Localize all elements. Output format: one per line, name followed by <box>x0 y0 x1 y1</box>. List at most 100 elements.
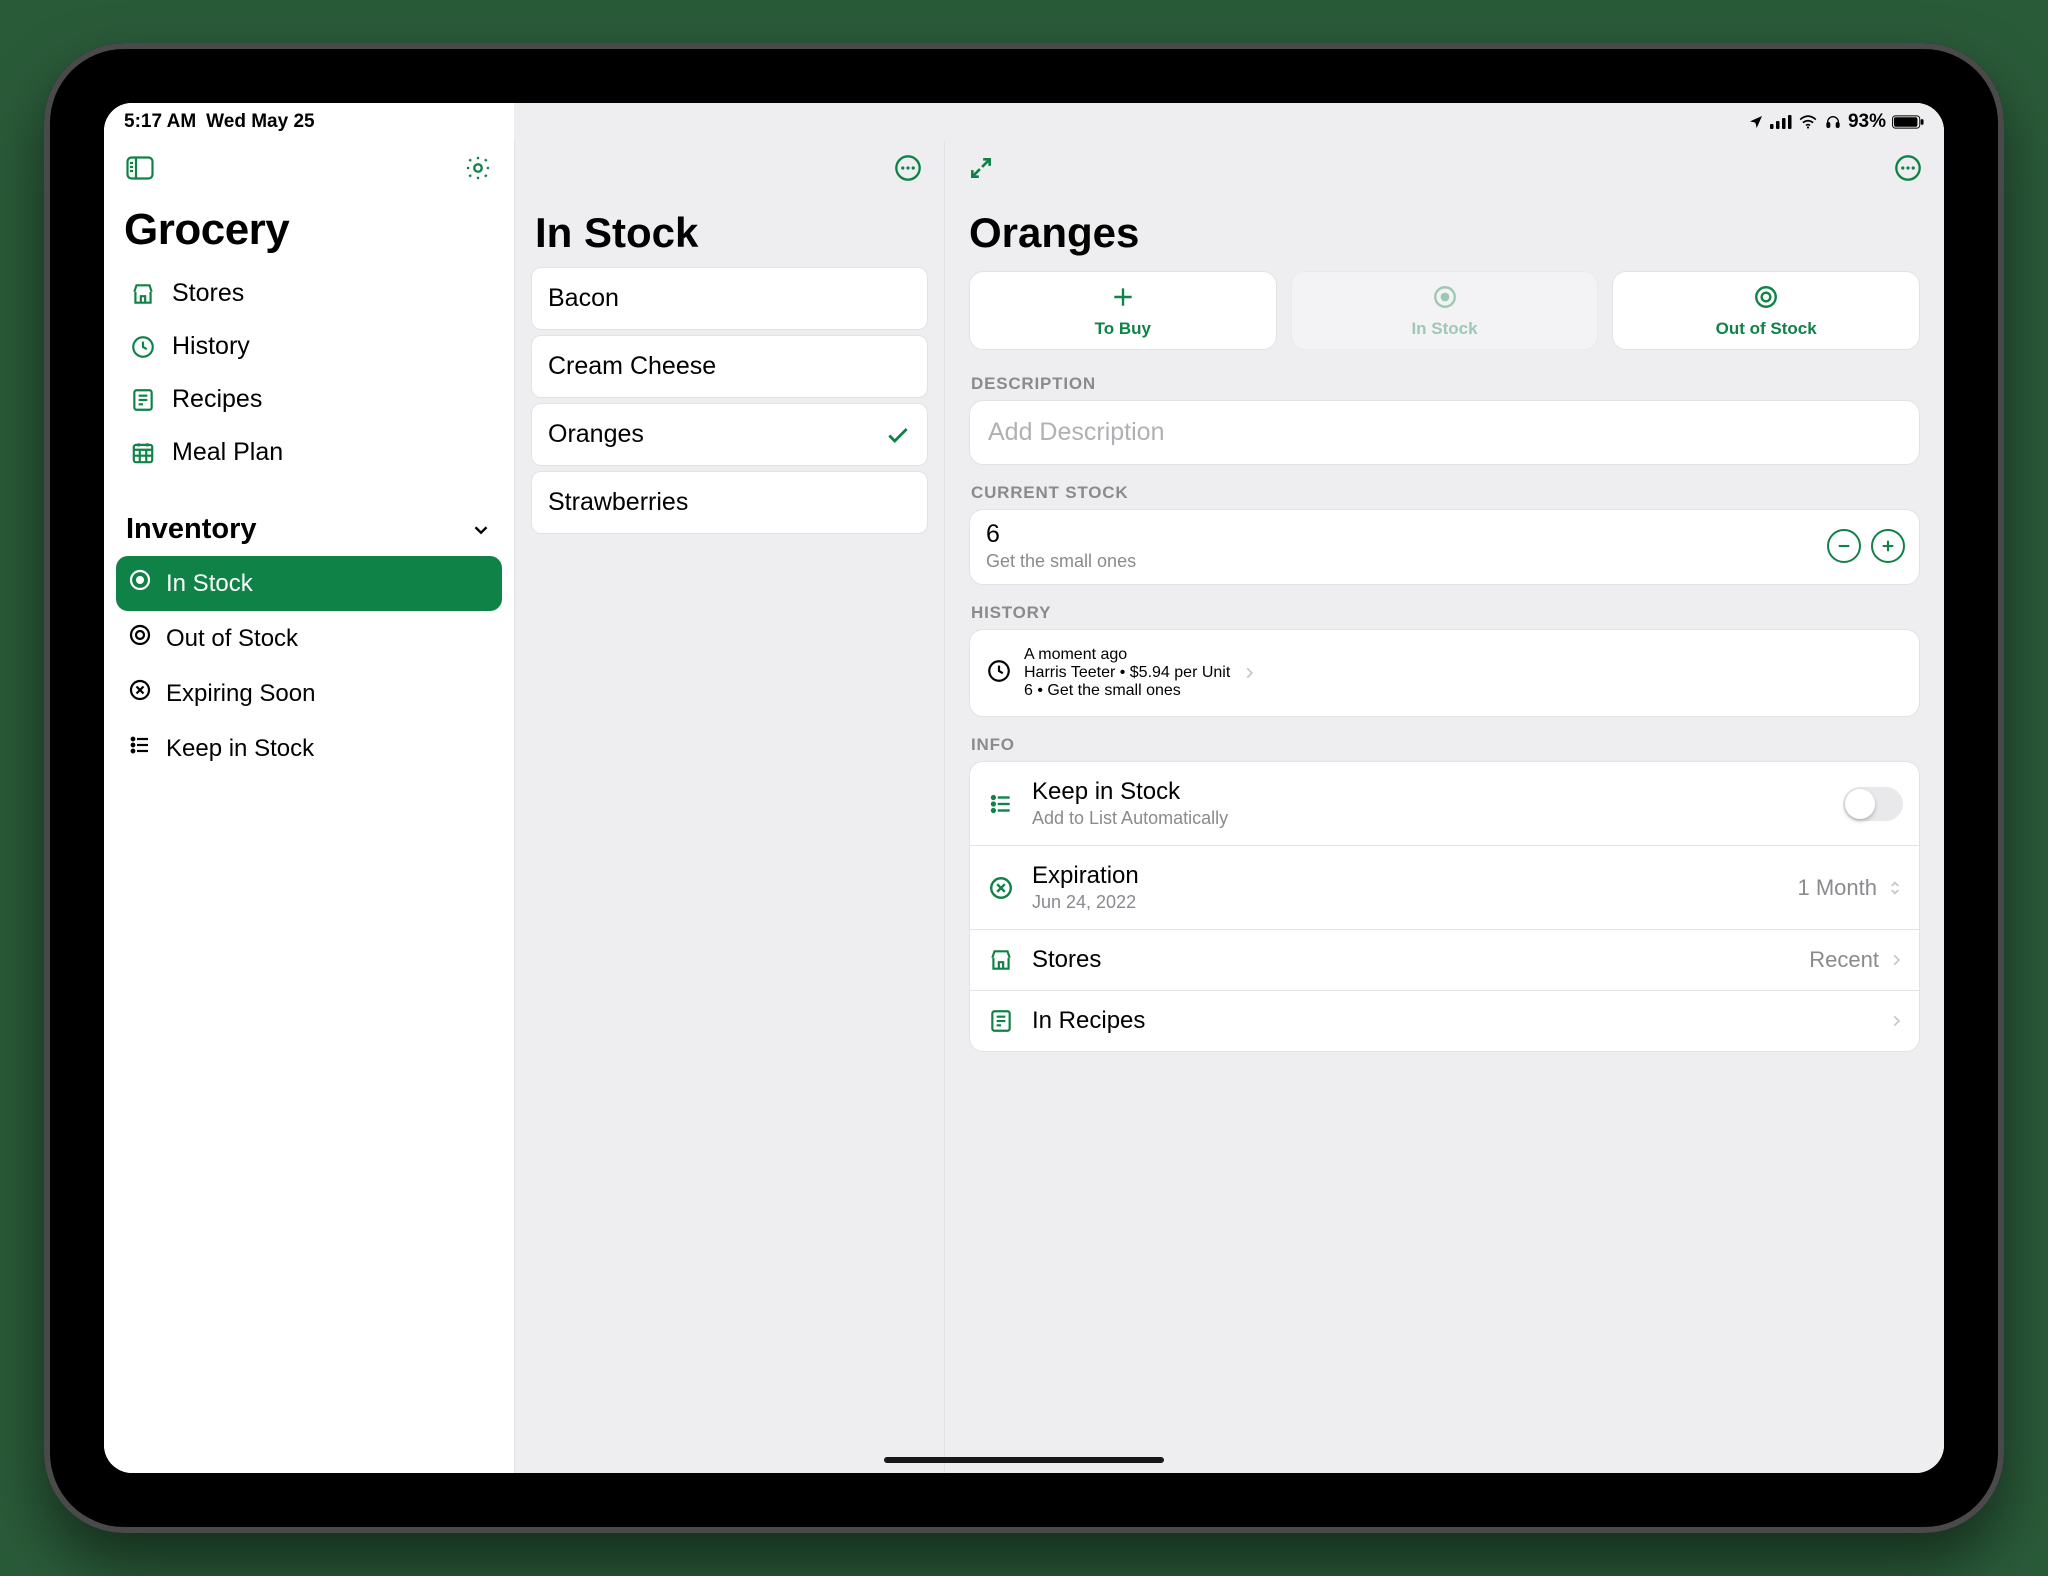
status-right: 93% <box>1748 111 1924 133</box>
chevron-right-icon <box>1889 1010 1903 1032</box>
sidebar-item-label: Stores <box>172 279 244 308</box>
stepper-icon <box>1887 876 1903 900</box>
inventory-item-in-stock[interactable]: In Stock <box>116 556 502 611</box>
calendar-icon <box>128 440 158 466</box>
increment-button[interactable] <box>1871 529 1905 563</box>
description-input[interactable] <box>986 417 1903 448</box>
app-title: Grocery <box>104 195 514 263</box>
section-label-current-stock: Current Stock <box>971 483 1918 503</box>
current-stock-value: 6 <box>986 520 1817 549</box>
stock-item-label: Oranges <box>548 420 644 449</box>
expiring-icon <box>986 875 1016 901</box>
segment-in-stock: In Stock <box>1291 271 1599 350</box>
recipe-icon <box>986 1008 1016 1034</box>
history-time: A moment ago <box>1024 646 1230 664</box>
sidebar-toggle-icon[interactable] <box>122 150 158 186</box>
in-stock-icon <box>128 568 152 599</box>
info-keep-in-stock-row[interactable]: Keep in Stock Add to List Automatically <box>970 762 1919 845</box>
inventory-item-label: Expiring Soon <box>166 680 315 708</box>
keep-in-stock-icon <box>128 733 152 764</box>
inventory-item-label: In Stock <box>166 570 253 598</box>
sidebar: Grocery Stores History <box>104 141 514 1473</box>
info-keep-title: Keep in Stock <box>1032 778 1827 806</box>
expiring-icon <box>128 678 152 709</box>
sidebar-item-recipes[interactable]: Recipes <box>116 373 502 426</box>
current-stock-note: Get the small ones <box>986 551 1817 572</box>
expand-icon[interactable] <box>963 150 999 186</box>
wifi-icon <box>1798 115 1818 129</box>
inventory-item-label: Out of Stock <box>166 625 298 653</box>
clock-icon <box>128 334 158 360</box>
info-stores-row[interactable]: Stores Recent <box>970 929 1919 990</box>
history-line2: 6 • Get the small ones <box>1024 682 1230 700</box>
info-expiration-row[interactable]: Expiration Jun 24, 2022 1 Month <box>970 845 1919 929</box>
out-of-stock-icon <box>1753 284 1779 315</box>
detail-column: Oranges To Buy I <box>944 141 1944 1473</box>
inventory-header[interactable]: Inventory <box>104 483 514 556</box>
current-stock-row: 6 Get the small ones <box>969 509 1920 585</box>
segment-out-of-stock[interactable]: Out of Stock <box>1612 271 1920 350</box>
info-expiration-title: Expiration <box>1032 862 1782 890</box>
inventory-item-keep-in-stock[interactable]: Keep in Stock <box>116 721 502 776</box>
info-keep-sub: Add to List Automatically <box>1032 808 1827 829</box>
list-icon <box>986 791 1016 817</box>
stock-item-label: Cream Cheese <box>548 352 716 381</box>
segment-to-buy[interactable]: To Buy <box>969 271 1277 350</box>
sidebar-item-meal-plan[interactable]: Meal Plan <box>116 426 502 479</box>
battery-icon <box>1892 115 1924 129</box>
more-icon[interactable] <box>890 150 926 186</box>
status-time: 5:17 AM <box>124 111 196 133</box>
recipe-icon <box>128 387 158 413</box>
info-expiration-value: 1 Month <box>1798 875 1878 901</box>
checkmark-icon <box>885 422 911 448</box>
sidebar-item-label: Recipes <box>172 385 262 414</box>
segment-label: To Buy <box>1095 319 1151 339</box>
segment-label: In Stock <box>1411 319 1477 339</box>
section-label-history: History <box>971 603 1918 623</box>
more-icon[interactable] <box>1890 150 1926 186</box>
middle-column: In Stock Bacon Cream Cheese Oranges Stra… <box>514 141 944 1473</box>
section-label-description: Description <box>971 374 1918 394</box>
status-bar: 5:17 AM Wed May 25 93% <box>104 103 1944 141</box>
home-indicator[interactable] <box>884 1457 1164 1463</box>
in-stock-icon <box>1432 284 1458 315</box>
stock-item-oranges[interactable]: Oranges <box>531 403 928 466</box>
segment-label: Out of Stock <box>1716 319 1817 339</box>
chevron-down-icon <box>470 519 492 541</box>
keep-in-stock-toggle[interactable] <box>1843 787 1903 821</box>
chevron-right-icon <box>1242 662 1256 684</box>
plus-icon <box>1110 284 1136 315</box>
chevron-right-icon <box>1889 949 1903 971</box>
out-of-stock-icon <box>128 623 152 654</box>
status-battery-pct: 93% <box>1848 111 1886 133</box>
info-in-recipes-row[interactable]: In Recipes <box>970 990 1919 1051</box>
history-row[interactable]: A moment ago Harris Teeter • $5.94 per U… <box>970 630 1919 716</box>
sidebar-item-label: History <box>172 332 250 361</box>
sidebar-item-history[interactable]: History <box>116 320 502 373</box>
info-stores-value: Recent <box>1809 947 1879 973</box>
sidebar-item-label: Meal Plan <box>172 438 283 467</box>
info-expiration-sub: Jun 24, 2022 <box>1032 892 1782 913</box>
mid-title: In Stock <box>515 195 944 267</box>
history-line1: Harris Teeter • $5.94 per Unit <box>1024 664 1230 682</box>
decrement-button[interactable] <box>1827 529 1861 563</box>
stock-item-bacon[interactable]: Bacon <box>531 267 928 330</box>
section-label-info: Info <box>971 735 1918 755</box>
settings-icon[interactable] <box>460 150 496 186</box>
cellular-icon <box>1770 115 1792 129</box>
detail-title: Oranges <box>969 195 1920 271</box>
sidebar-item-stores[interactable]: Stores <box>116 267 502 320</box>
store-icon <box>128 281 158 307</box>
stock-item-cream-cheese[interactable]: Cream Cheese <box>531 335 928 398</box>
status-date: Wed May 25 <box>206 111 314 133</box>
info-stores-title: Stores <box>1032 946 1793 974</box>
store-icon <box>986 947 1016 973</box>
stock-item-label: Bacon <box>548 284 619 313</box>
location-icon <box>1748 114 1764 130</box>
stock-item-strawberries[interactable]: Strawberries <box>531 471 928 534</box>
stock-item-label: Strawberries <box>548 488 688 517</box>
headphones-icon <box>1824 114 1842 130</box>
clock-icon <box>986 658 1012 689</box>
inventory-item-out-of-stock[interactable]: Out of Stock <box>116 611 502 666</box>
inventory-item-expiring[interactable]: Expiring Soon <box>116 666 502 721</box>
